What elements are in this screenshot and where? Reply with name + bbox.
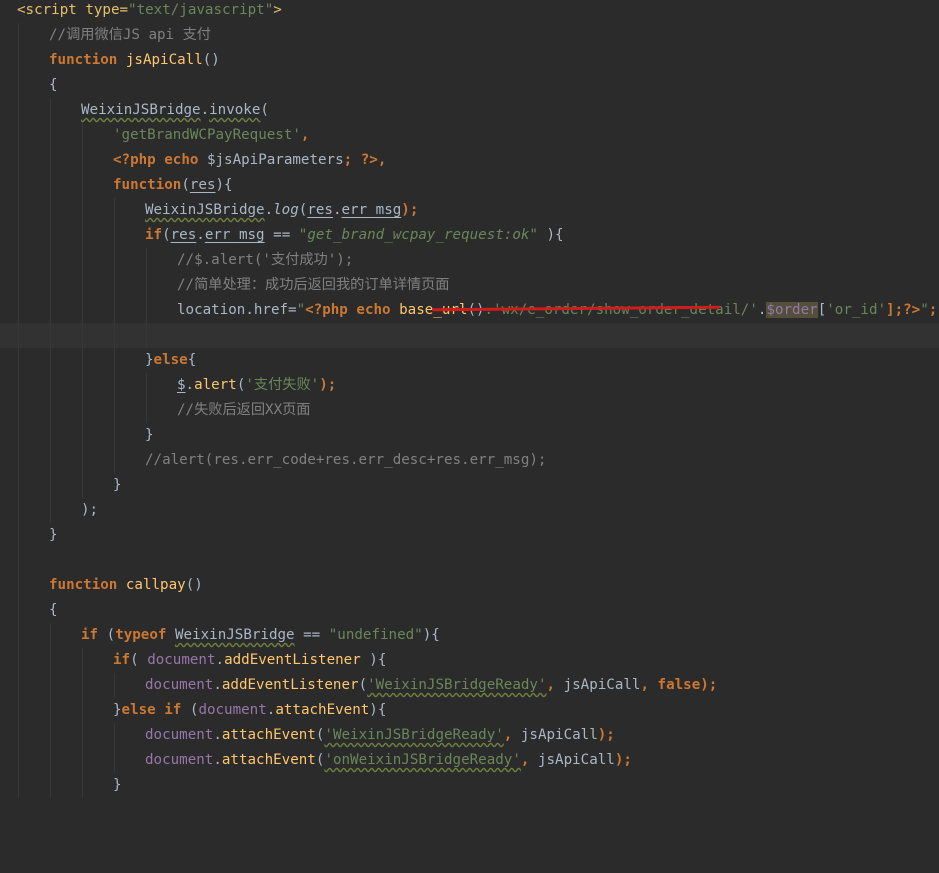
code-line[interactable]: document.attachEvent('WeixinJSBridgeRead… xyxy=(0,723,939,748)
function-name-callpay: callpay xyxy=(125,577,186,593)
code-line[interactable]: document.attachEvent('onWeixinJSBridgeRe… xyxy=(0,748,939,773)
code-line[interactable]: } xyxy=(0,423,939,448)
code-line[interactable]: function(res){ xyxy=(0,173,939,198)
code-line[interactable]: $.alert('支付失败'); xyxy=(0,373,939,398)
highlighted-variable: $order xyxy=(766,302,818,318)
code-line[interactable]: }else{ xyxy=(0,348,939,373)
code-line[interactable]: WeixinJSBridge.invoke( xyxy=(0,98,939,123)
code-line[interactable]: 'getBrandWCPayRequest', xyxy=(0,123,939,148)
comment: //$.alert('支付成功'); xyxy=(177,252,354,268)
code-line[interactable]: } xyxy=(0,473,939,498)
code-line[interactable]: if (typeof WeixinJSBridge == "undefined"… xyxy=(0,623,939,648)
function-name-jsapicall: jsApiCall xyxy=(125,52,203,68)
code-line[interactable]: //alert(res.err_code+res.err_desc+res.er… xyxy=(0,448,939,473)
code-line[interactable]: { xyxy=(0,73,939,98)
code-line[interactable]: } xyxy=(0,523,939,548)
code-line[interactable]: if( document.addEventListener ){ xyxy=(0,648,939,673)
code-line[interactable]: WeixinJSBridge.log(res.err_msg); xyxy=(0,198,939,223)
code-line[interactable]: //$.alert('支付成功'); xyxy=(0,248,939,273)
code-editor[interactable]: <script type="text/javascript"> //调用微信JS… xyxy=(0,0,939,798)
code-line[interactable]: if(res.err_msg == "get_brand_wcpay_reque… xyxy=(0,223,939,248)
code-line[interactable] xyxy=(0,548,939,573)
code-line[interactable]: { xyxy=(0,598,939,623)
comment: //失败后返回XX页面 xyxy=(177,402,311,418)
comment: //简单处理：成功后返回我的订单详情页面 xyxy=(177,277,450,293)
code-line[interactable]: <?php echo $jsApiParameters; ?>, xyxy=(0,148,939,173)
current-line[interactable] xyxy=(0,323,939,348)
code-line[interactable]: ); xyxy=(0,498,939,523)
comment: //alert(res.err_code+res.err_desc+res.er… xyxy=(145,452,547,468)
code-line[interactable]: //调用微信JS api 支付 xyxy=(0,23,939,48)
code-line[interactable]: function callpay() xyxy=(0,573,939,598)
script-open-tag: <script type= xyxy=(17,2,129,18)
code-line[interactable]: document.addEventListener('WeixinJSBridg… xyxy=(0,673,939,698)
code-line[interactable]: } xyxy=(0,773,939,798)
code-line[interactable]: <script type="text/javascript"> xyxy=(0,0,939,23)
code-line[interactable]: }else if (document.attachEvent){ xyxy=(0,698,939,723)
comment: //调用微信JS api 支付 xyxy=(49,27,211,43)
code-line[interactable]: //失败后返回XX页面 xyxy=(0,398,939,423)
code-line[interactable]: //简单处理：成功后返回我的订单详情页面 xyxy=(0,273,939,298)
code-line[interactable]: function jsApiCall() xyxy=(0,48,939,73)
